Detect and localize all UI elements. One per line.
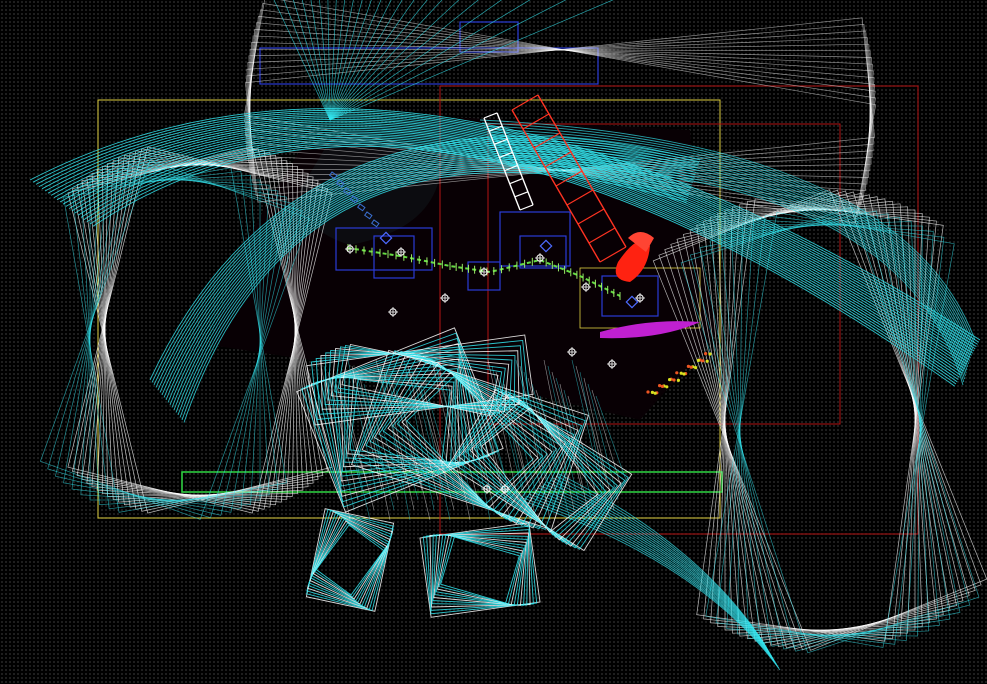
cyan-left-fan bbox=[273, 0, 614, 121]
yellow-particle bbox=[686, 364, 691, 368]
wireframe-arc bbox=[522, 497, 780, 669]
yellow-particle bbox=[696, 358, 701, 362]
mesh-quad bbox=[434, 534, 526, 606]
wireframe-arc bbox=[519, 499, 781, 671]
fan-line bbox=[329, 0, 614, 121]
red-ladder-rung bbox=[511, 94, 539, 111]
yellow-particle bbox=[682, 372, 686, 376]
yellow-particle bbox=[701, 359, 705, 363]
yellow-particle bbox=[679, 371, 683, 375]
mesh-quad bbox=[433, 534, 527, 606]
scene-wireframe-canvas[interactable] bbox=[0, 0, 987, 684]
fan-line bbox=[329, 0, 567, 121]
debug-viewport[interactable] bbox=[0, 0, 987, 684]
fan-line bbox=[329, 0, 443, 121]
yellow-particle bbox=[660, 384, 665, 388]
yellow-particle bbox=[676, 378, 681, 382]
wireframe-frame bbox=[726, 219, 934, 641]
yellow-particle bbox=[646, 390, 650, 394]
yellow-particle bbox=[668, 378, 672, 382]
yellow-particle bbox=[672, 378, 676, 382]
yellow-particle bbox=[658, 384, 662, 388]
yellow-particle bbox=[694, 366, 698, 370]
fan-line bbox=[329, 0, 502, 121]
cyan-bottom-sweep bbox=[519, 473, 781, 671]
white-ladder-rung bbox=[483, 112, 498, 119]
yellow-particle bbox=[708, 352, 712, 356]
yellow-particle bbox=[650, 390, 655, 394]
mesh-quad bbox=[347, 378, 453, 462]
fan-line bbox=[329, 0, 479, 121]
mesh-quad bbox=[315, 524, 385, 596]
yellow-particle bbox=[689, 365, 693, 369]
yellow-particle bbox=[675, 371, 679, 375]
wireframe-frame bbox=[705, 212, 955, 648]
yellow-particle bbox=[653, 391, 657, 395]
mesh-quad bbox=[440, 536, 520, 604]
yellow-particle bbox=[665, 385, 669, 389]
yellow-particle bbox=[704, 352, 708, 356]
yellow-particle bbox=[705, 359, 709, 363]
mesh-hatch bbox=[319, 359, 351, 521]
